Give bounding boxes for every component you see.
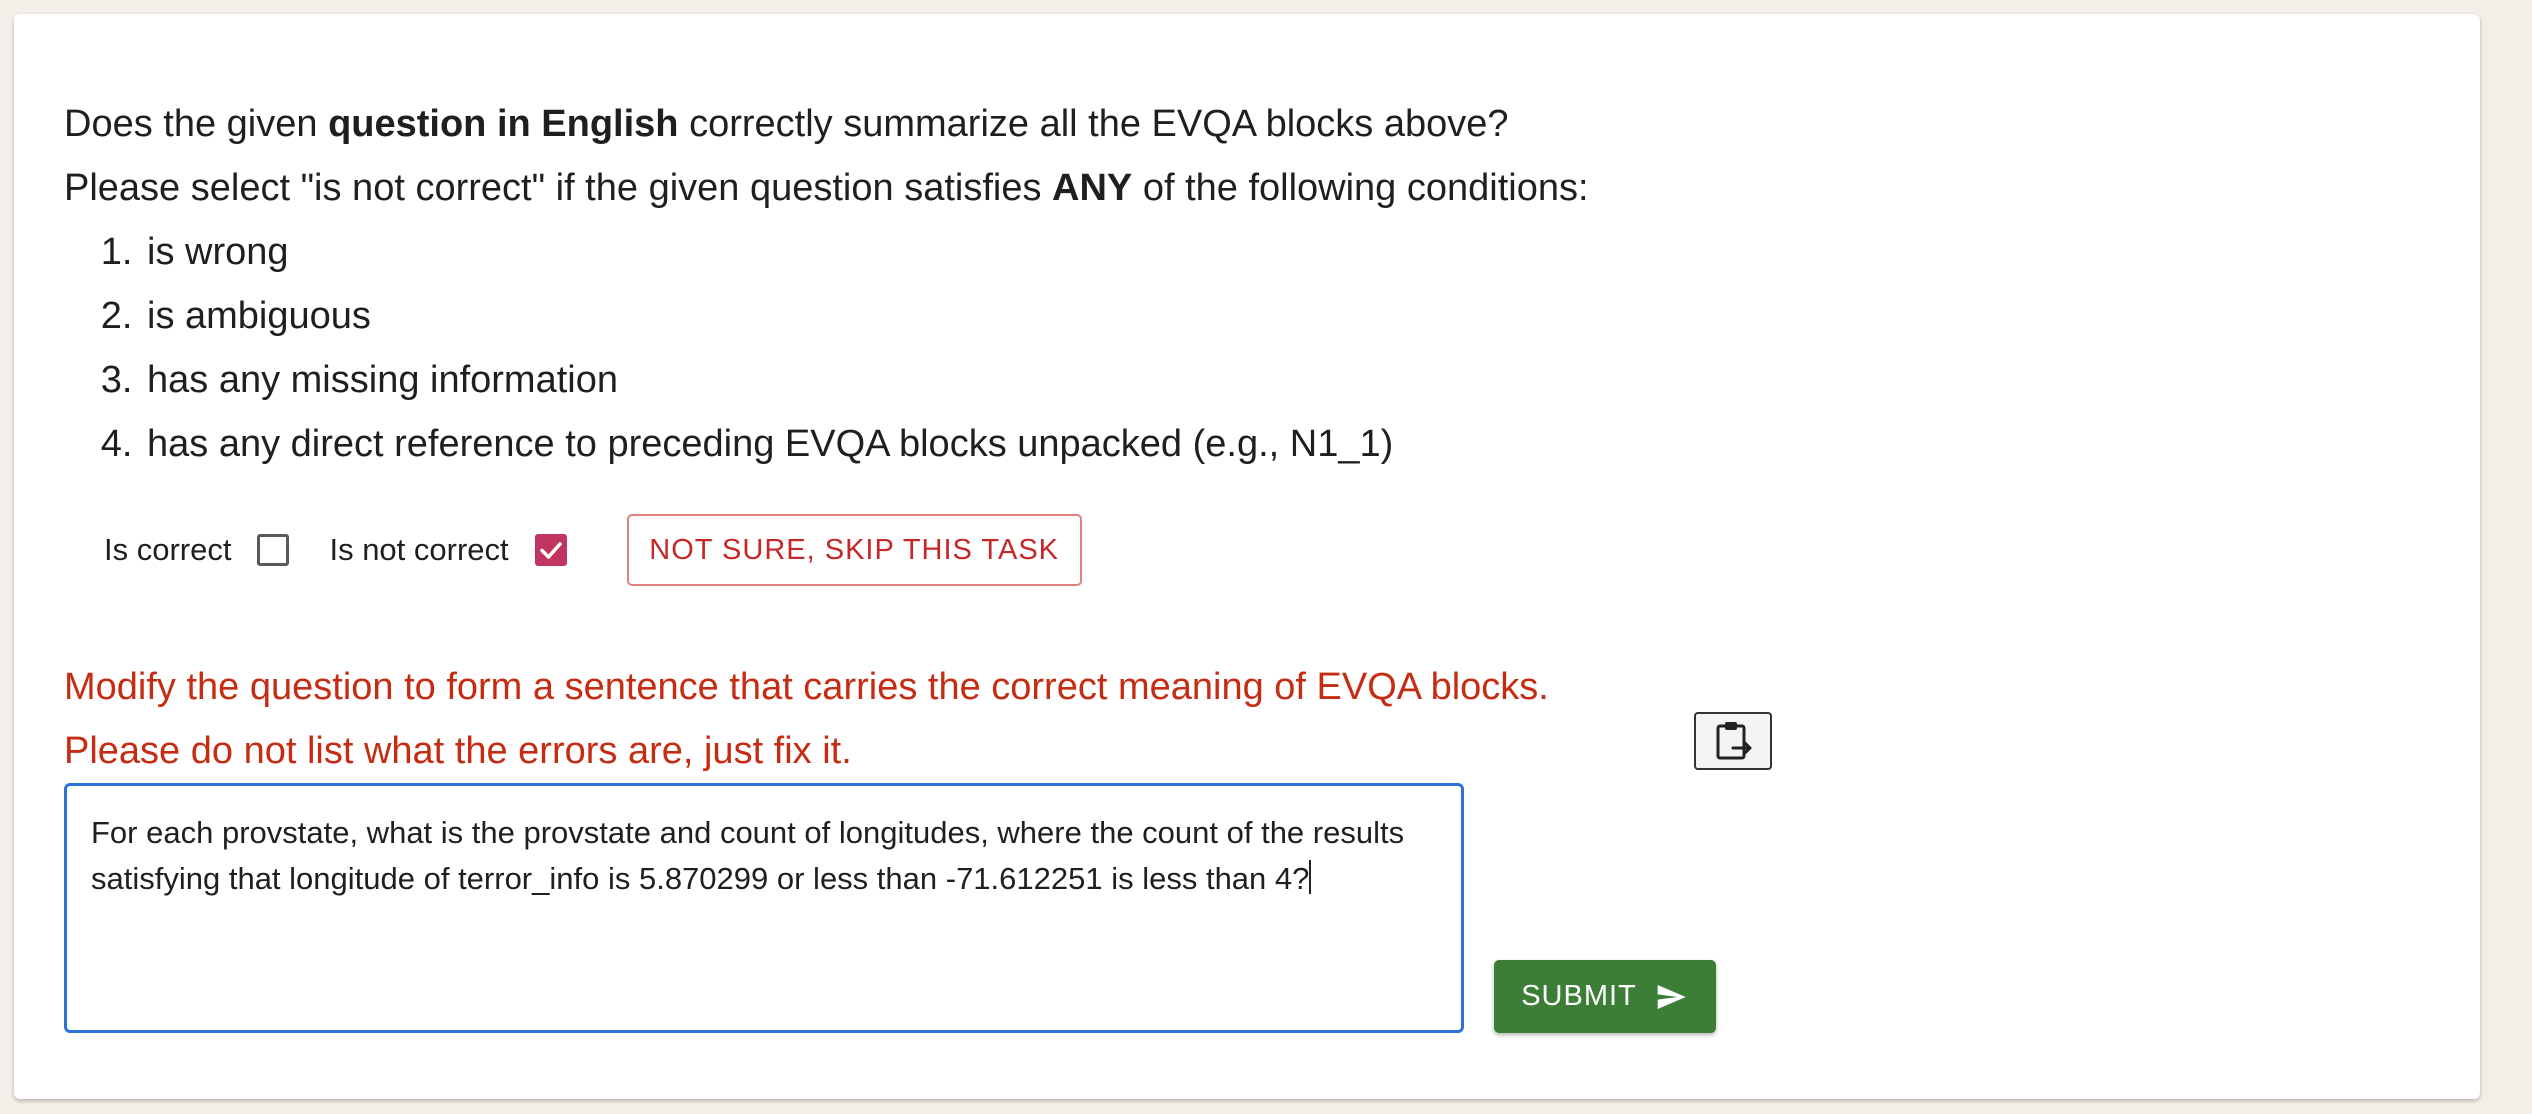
text-caret (1309, 860, 1312, 894)
instruction-text: correctly summarize all the EVQA blocks … (678, 103, 1509, 145)
check-icon (539, 542, 562, 559)
modify-instructions: Modify the question to form a sentence t… (64, 655, 1549, 783)
question-text: For each provstate, what is the provstat… (91, 815, 1405, 896)
skip-task-button[interactable]: NOT SURE, SKIP THIS TASK (626, 514, 1082, 586)
task-card: Does the given question in English corre… (14, 14, 2480, 1099)
condition-item: is ambiguous (143, 284, 1589, 348)
is-not-correct-label: Is not correct (329, 532, 509, 567)
send-icon (1657, 984, 1686, 1009)
instruction-text: Please select "is not correct" if the gi… (64, 167, 1053, 209)
modify-line-1: Modify the question to form a sentence t… (64, 666, 1549, 708)
instruction-line-1: Does the given question in English corre… (64, 92, 1589, 156)
question-textarea[interactable]: For each provstate, what is the provstat… (64, 783, 1464, 1033)
is-not-correct-checkbox[interactable] (534, 534, 567, 566)
clipboard-paste-icon (1716, 722, 1752, 760)
instruction-text: Does the given (64, 103, 329, 145)
is-correct-label: Is correct (104, 532, 232, 567)
correctness-choices: Is correct Is not correct NOT SURE, SKIP… (104, 514, 1082, 586)
conditions-list: is wrong is ambiguous has any missing in… (64, 220, 1589, 476)
condition-item: has any direct reference to preceding EV… (143, 412, 1589, 476)
instruction-emphasis: ANY (1052, 167, 1133, 209)
condition-item: has any missing information (143, 348, 1589, 412)
condition-item: is wrong (143, 220, 1589, 284)
instruction-line-2: Please select "is not correct" if the gi… (64, 156, 1589, 220)
instructions: Does the given question in English corre… (64, 92, 1589, 476)
is-correct-checkbox[interactable] (257, 534, 290, 566)
submit-button[interactable]: SUBMIT (1494, 960, 1716, 1033)
modify-line-2: Please do not list what the errors are, … (64, 730, 852, 772)
submit-label: SUBMIT (1521, 980, 1637, 1012)
paste-original-button[interactable] (1694, 712, 1772, 770)
instruction-emphasis: question in English (328, 103, 679, 145)
instruction-text: of the following conditions: (1132, 167, 1589, 209)
